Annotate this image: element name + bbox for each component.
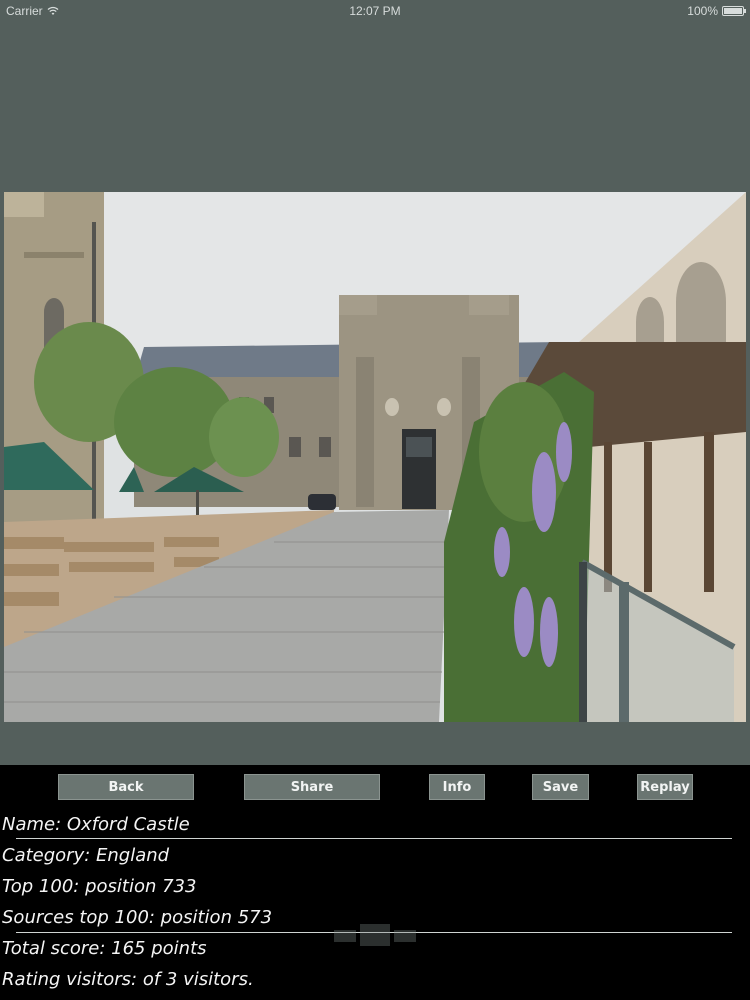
back-button[interactable]: Back xyxy=(58,774,194,800)
battery-indicator: 100% xyxy=(687,4,746,18)
status-bar: Carrier 12:07 PM 100% xyxy=(0,0,750,22)
replay-button[interactable]: Replay xyxy=(637,774,693,800)
battery-fill xyxy=(724,8,742,14)
detail-name: Name: Oxford Castle xyxy=(2,814,190,835)
details-panel: Name: Oxford Castle Category: England To… xyxy=(0,808,750,1000)
detail-sources-top100: Sources top 100: position 573 xyxy=(2,907,273,928)
battery-percent: 100% xyxy=(687,4,718,18)
info-button[interactable]: Info xyxy=(429,774,485,800)
watermark-icon xyxy=(334,924,416,946)
detail-top100: Top 100: position 733 xyxy=(2,876,197,897)
bottom-toolbar: Back Share Info Save Replay xyxy=(0,765,750,808)
castle-photo-image xyxy=(4,192,746,722)
share-button[interactable]: Share xyxy=(244,774,380,800)
castle-photo[interactable] xyxy=(4,192,746,722)
detail-rating-visitors: Rating visitors: of 3 visitors. xyxy=(2,969,254,990)
app-screen: Carrier 12:07 PM 100% Back Share Info Sa… xyxy=(0,0,750,1000)
divider xyxy=(16,838,732,839)
clock: 12:07 PM xyxy=(349,4,401,18)
save-button[interactable]: Save xyxy=(532,774,589,800)
detail-total-score: Total score: 165 points xyxy=(2,938,207,959)
battery-icon xyxy=(722,6,746,16)
detail-category: Category: England xyxy=(2,845,170,866)
